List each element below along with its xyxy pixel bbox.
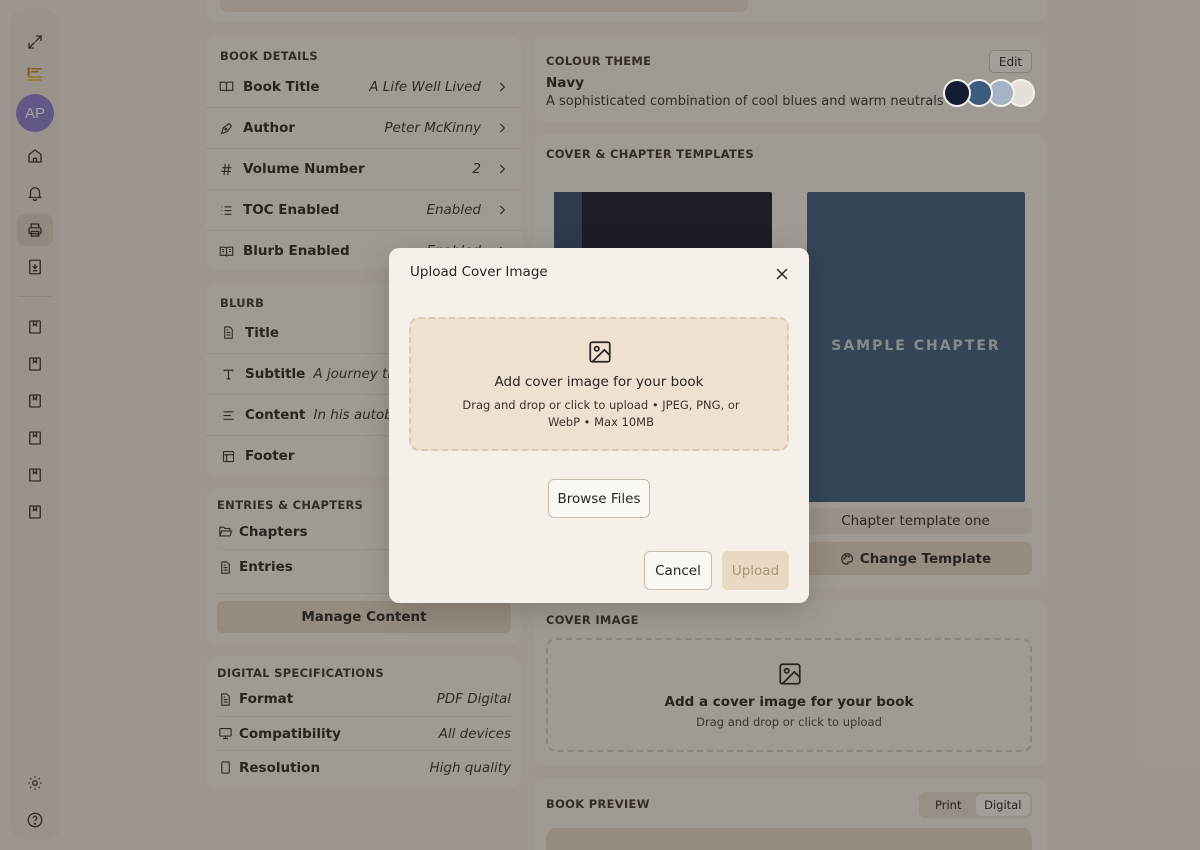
image-icon (587, 339, 613, 365)
close-icon[interactable] (773, 265, 791, 283)
swatch (943, 79, 971, 107)
modal-dropzone-subtitle: Drag and drop or click to upload • JPEG,… (462, 398, 740, 429)
upload-cover-modal: Upload Cover Image Add cover image for y… (389, 248, 809, 603)
modal-title: Upload Cover Image (410, 264, 548, 280)
upload-button[interactable]: Upload (722, 551, 789, 590)
cancel-button[interactable]: Cancel (644, 551, 712, 590)
modal-dropzone[interactable]: Add cover image for your book Drag and d… (409, 317, 789, 451)
modal-dropzone-title: Add cover image for your book (494, 374, 704, 390)
browse-files-button[interactable]: Browse Files (548, 479, 650, 518)
